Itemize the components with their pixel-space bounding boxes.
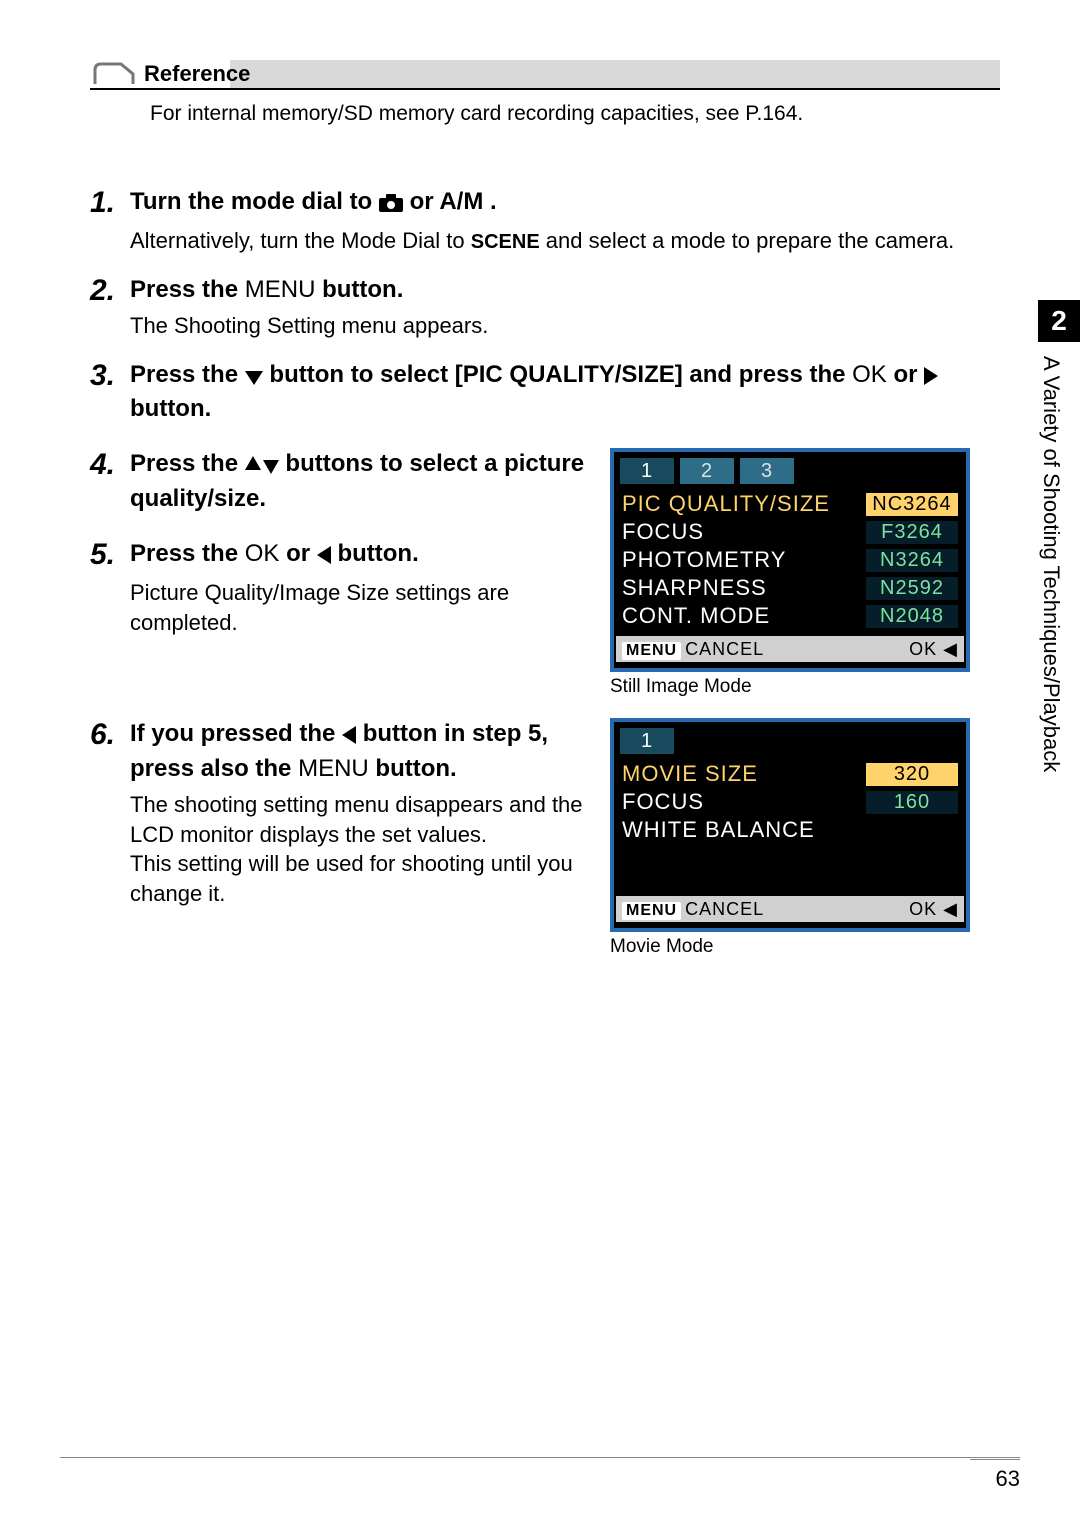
lcd-menu-row: FOCUS160 [620,788,960,816]
lcd-menu-row: FOCUSF3264 [620,518,960,546]
lcd-tab: 2 [680,458,734,484]
chapter-side-tab: 2 A Variety of Shooting Techniques/Playb… [1038,300,1080,920]
step-5: 5. Press the OK or button. Picture Quali… [90,538,590,638]
lcd-menu-row: SHARPNESSN2592 [620,574,960,602]
step-heading: Turn the mode dial to or A/M . [130,186,980,220]
steps-list: 1. Turn the mode dial to or A/M . Altern… [90,186,980,958]
lcd-footer: MENUCANCEL OK ◀ [616,896,964,922]
down-triangle-icon [245,364,263,391]
lcd-menu-row: PIC QUALITY/SIZENC3264 [620,490,960,518]
up-down-triangle-icon [245,453,279,480]
lcd-still-image: 1 2 3 PIC QUALITY/SIZENC3264 FOCUSF3264 … [610,448,970,672]
step-heading: Press the button to select [PIC QUALITY/… [130,359,980,424]
step-4: 4. Press the buttons to select a picture… [90,448,590,519]
lcd-tab: 3 [740,458,794,484]
lcd-tabs: 1 2 3 [614,452,966,486]
step-1: 1. Turn the mode dial to or A/M . Altern… [90,186,980,256]
menu-label: MENU [622,902,681,920]
step-number: 6. [90,718,130,908]
step-number: 2. [90,274,130,341]
left-triangle-icon [317,543,331,570]
step-body: The Shooting Setting menu appears. [130,311,980,341]
lcd-movie: 1 MOVIE SIZE320 FOCUS160 WHITE BALANCE M… [610,718,970,932]
manual-page: Reference For internal memory/SD memory … [0,0,1080,1528]
step-number: 5. [90,538,130,638]
page-number: 63 [970,1459,1020,1492]
lcd-footer: MENUCANCEL OK ◀ [616,636,964,662]
left-triangle-icon: ◀ [943,899,958,919]
lcd-menu: PIC QUALITY/SIZENC3264 FOCUSF3264 PHOTOM… [614,486,966,636]
step-2: 2. Press the MENU button. The Shooting S… [90,274,980,341]
footer-rule [60,1457,1020,1458]
left-triangle-icon [342,723,356,750]
reference-header: Reference [90,60,1000,90]
lcd-tabs: 1 [614,722,966,756]
lcd-menu-row: CONT. MODEN2048 [620,602,960,630]
step-heading: Press the buttons to select a picture qu… [130,448,590,513]
step-heading: Press the OK or button. [130,538,590,572]
lcd-menu-row: WHITE BALANCE [620,816,960,844]
step-4-5-row: 4. Press the buttons to select a picture… [90,448,980,698]
reference-box: Reference For internal memory/SD memory … [90,60,1000,126]
step-body: The shooting setting menu disappears and… [130,790,590,909]
step-number: 3. [90,359,130,430]
right-triangle-icon [924,364,938,391]
lcd-menu: MOVIE SIZE320 FOCUS160 WHITE BALANCE [614,756,966,896]
step-heading: If you pressed the button in step 5, pre… [130,718,590,783]
step-6-row: 6. If you pressed the button in step 5, … [90,718,980,958]
lcd-caption: Still Image Mode [610,676,980,698]
menu-label: MENU [622,642,681,660]
lcd-caption: Movie Mode [610,936,980,958]
reference-body: For internal memory/SD memory card recor… [90,90,1000,126]
step-6: 6. If you pressed the button in step 5, … [90,718,590,908]
step-body: Alternatively, turn the Mode Dial to SCE… [130,226,980,256]
lcd-menu-row: MOVIE SIZE320 [620,760,960,788]
reference-title: Reference [140,61,250,87]
chapter-title: A Variety of Shooting Techniques/Playbac… [1038,342,1064,916]
step-body: Picture Quality/Image Size settings are … [130,578,590,637]
chapter-number: 2 [1038,300,1080,342]
left-triangle-icon: ◀ [943,639,958,659]
camera-icon [379,191,410,218]
lcd-tab: 1 [620,458,674,484]
lcd-tab: 1 [620,728,674,754]
step-3: 3. Press the button to select [PIC QUALI… [90,359,980,430]
step-number: 1. [90,186,130,256]
step-number: 4. [90,448,130,519]
step-heading: Press the MENU button. [130,274,980,305]
lcd-menu-row: PHOTOMETRYN3264 [620,546,960,574]
note-arrow-icon [90,62,140,86]
